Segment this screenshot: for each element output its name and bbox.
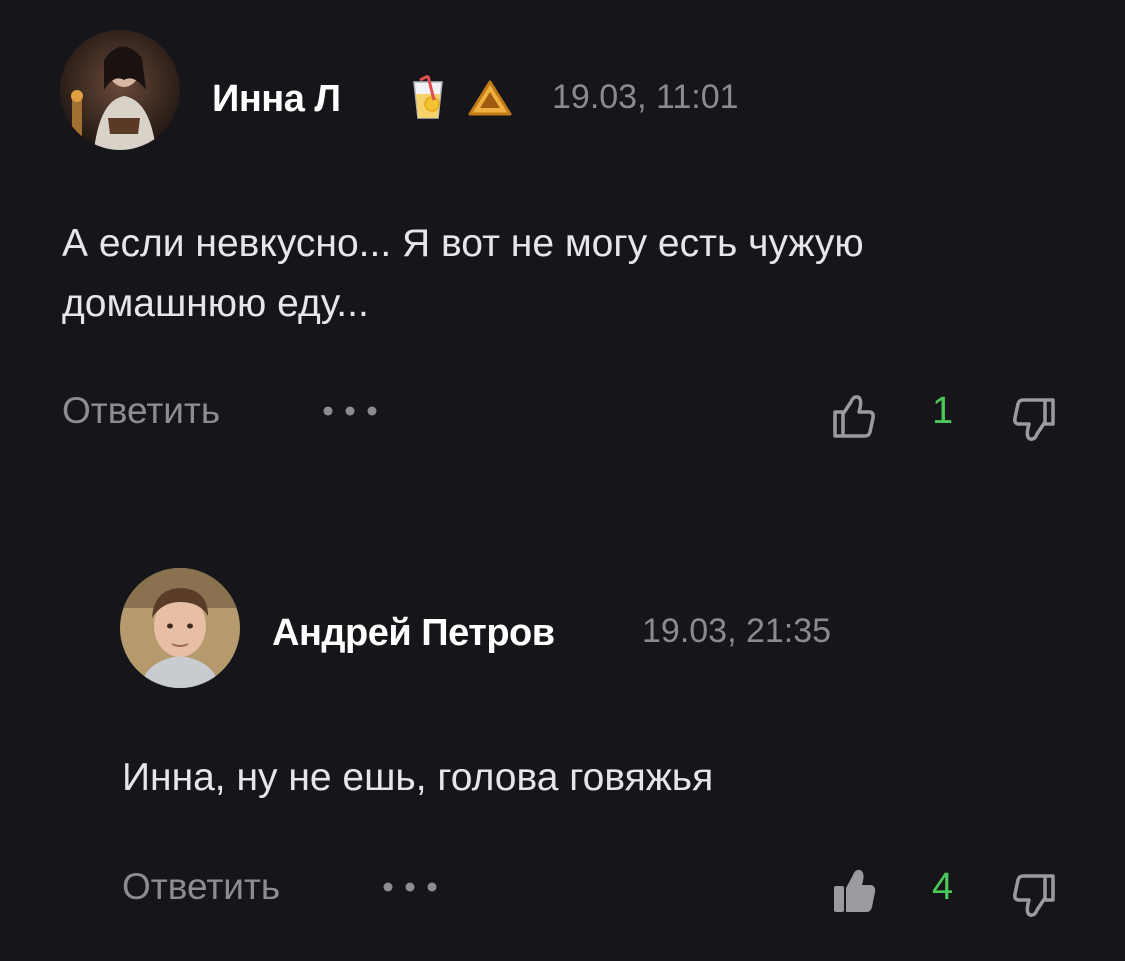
author-name[interactable]: Андрей Петров [272, 612, 555, 655]
avatar[interactable] [60, 30, 180, 150]
comment-text: А если невкусно... Я вот не могу есть чу… [62, 222, 864, 325]
thumbs-up-filled-icon[interactable] [832, 866, 876, 914]
reply-button[interactable]: Ответить [122, 866, 280, 908]
comments-thread: Инна Л 19.03, 11:01 А если невкусно... Я… [0, 0, 1125, 961]
thumbs-down-icon[interactable] [1012, 872, 1056, 920]
reply-button[interactable]: Ответить [62, 390, 220, 432]
timestamp: 19.03, 21:35 [642, 612, 832, 650]
more-options-icon[interactable] [380, 880, 440, 894]
like-count: 4 [932, 866, 954, 908]
thumbs-down-icon[interactable] [1012, 396, 1056, 444]
timestamp: 19.03, 11:01 [552, 78, 739, 116]
juice-glass-icon [413, 74, 443, 119]
comment-text: Инна, ну не ешь, голова говяжья [122, 756, 714, 799]
author-name[interactable]: Инна Л [212, 78, 341, 121]
avatar[interactable] [120, 568, 240, 688]
thumbs-up-icon[interactable] [832, 392, 876, 440]
more-options-icon[interactable] [320, 404, 380, 418]
like-count: 1 [932, 390, 954, 432]
cheese-wedge-icon [468, 80, 512, 116]
